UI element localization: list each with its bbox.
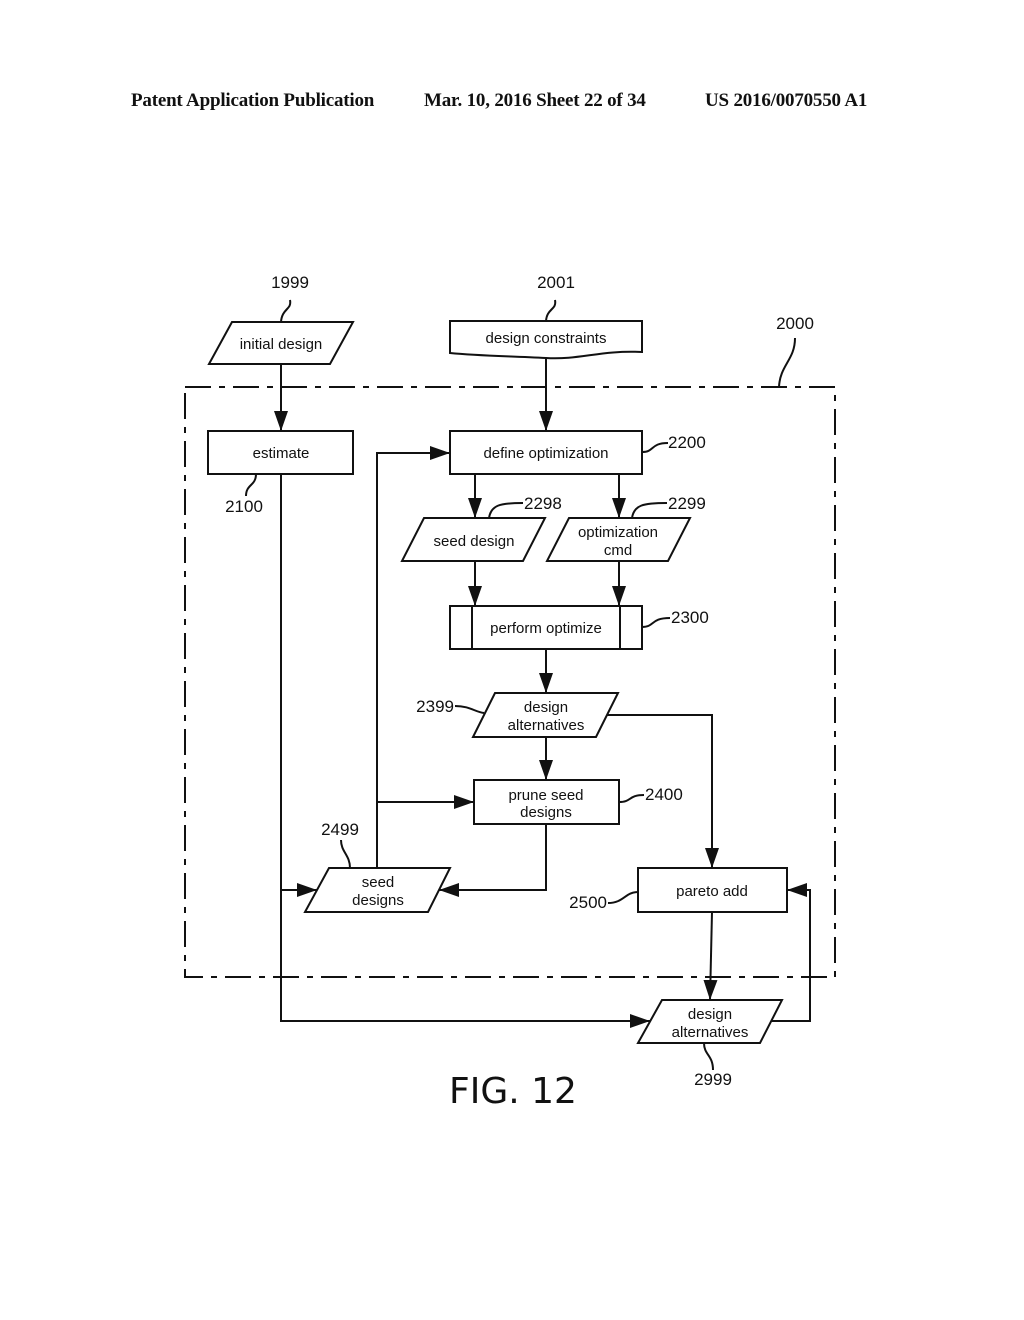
figure-label: FIG. 12 [449,1071,577,1112]
ref-2500: 2500 [569,893,607,912]
leader-2100 [245,473,257,497]
ref-2999: 2999 [694,1070,732,1089]
leader-2299 [631,502,668,519]
leader-2499 [340,839,351,869]
leader-2298 [488,502,524,519]
label-seed-designs-2: designs [352,892,404,909]
leader-2400 [618,794,645,803]
label-design-constraints: design constraints [486,330,607,347]
edge-estimate-to-seeds [280,474,317,897]
label-perform-optimize: perform optimize [490,620,602,637]
leader-2300 [641,617,671,628]
ref-2299: 2299 [668,494,706,513]
label-initial-design: initial design [240,336,323,353]
ref-2300: 2300 [671,608,709,627]
leader-2399 [454,705,485,714]
label-pareto-add: pareto add [676,883,748,900]
leader-2999 [703,1042,714,1071]
label-estimate: estimate [253,445,310,462]
label-prune-seed-designs-1: prune seed [508,787,583,804]
flowchart: initial design design constraints estima… [184,273,836,1112]
ref-2100: 2100 [225,497,263,516]
ref-2499: 2499 [321,820,359,839]
label-seed-design: seed design [434,533,515,550]
edge-pareto-to-alts-2999 [703,911,718,1001]
ref-2400: 2400 [645,785,683,804]
ref-2000: 2000 [776,314,814,333]
leader-2200 [641,442,669,453]
label-design-alternatives-2399-1: design [524,699,568,716]
leader-1999 [280,299,292,323]
leader-2000 [778,337,796,388]
label-prune-seed-designs-2: designs [520,804,572,821]
label-seed-designs-1: seed [362,874,395,891]
label-design-alternatives-2999-2: alternatives [672,1024,749,1041]
ref-2399: 2399 [416,697,454,716]
label-design-alternatives-2999-1: design [688,1006,732,1023]
edge-seeds-to-define [376,446,450,868]
ref-1999: 1999 [271,273,309,292]
ref-2001: 2001 [537,273,575,292]
label-optimization-cmd-2: cmd [604,542,632,559]
ref-2200: 2200 [668,433,706,452]
ref-2298: 2298 [524,494,562,513]
leader-2001 [545,299,557,322]
label-design-alternatives-2399-2: alternatives [508,717,585,734]
edge-prune-to-seeds [439,824,547,897]
label-optimization-cmd-1: optimization [578,524,658,541]
label-define-optimization: define optimization [483,445,608,462]
leader-2500 [607,891,639,904]
